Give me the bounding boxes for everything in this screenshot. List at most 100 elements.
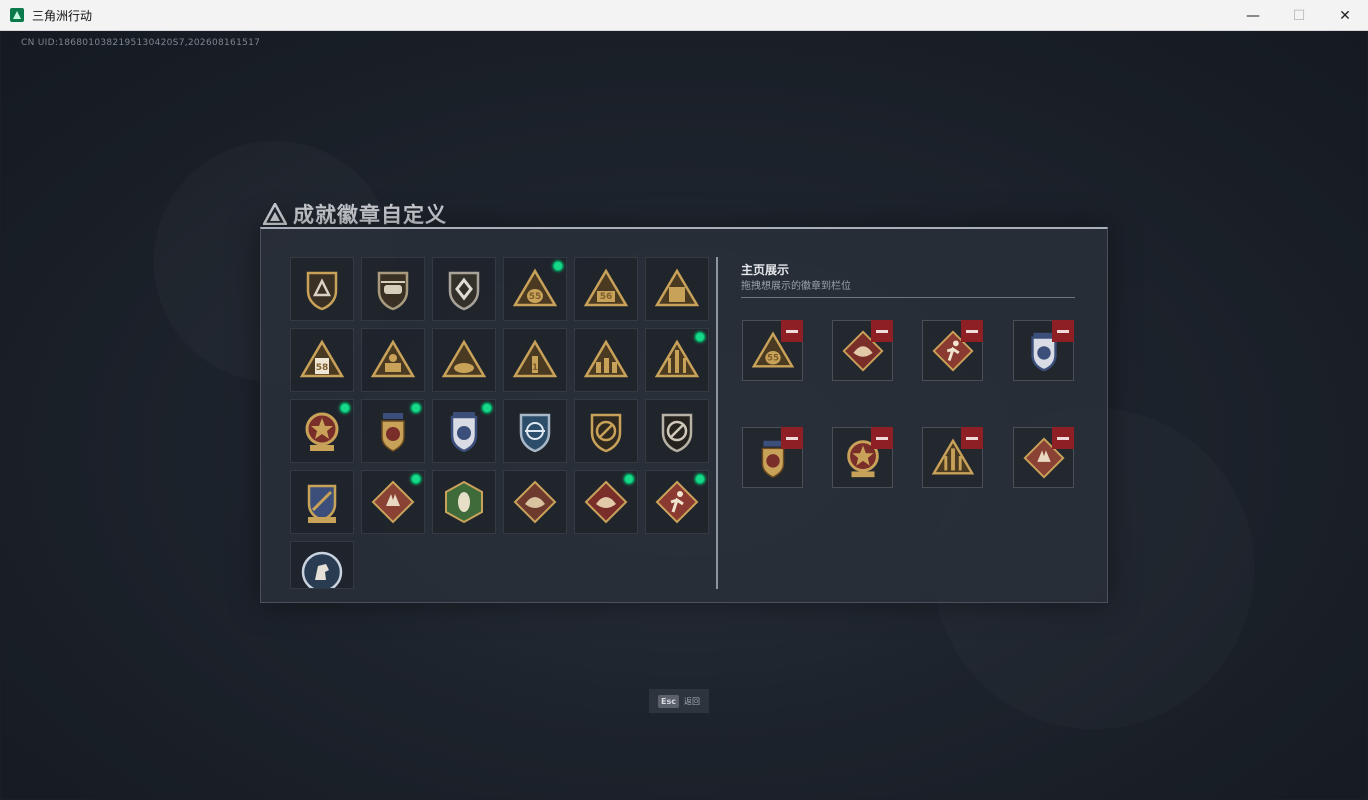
maximize-button[interactable]: ☐ bbox=[1276, 0, 1322, 31]
remove-badge-button[interactable] bbox=[961, 320, 983, 342]
badge-cell[interactable] bbox=[432, 399, 496, 463]
showcase-title: 主页展示 bbox=[741, 263, 790, 277]
badge-cell[interactable] bbox=[645, 257, 709, 321]
svg-text:55: 55 bbox=[767, 353, 779, 363]
badge-cell[interactable] bbox=[645, 470, 709, 534]
horse-circle-icon bbox=[298, 548, 346, 588]
showcase-slot[interactable] bbox=[1013, 320, 1074, 381]
no-rifle-shield-icon bbox=[582, 407, 630, 455]
winged-medal-icon bbox=[369, 407, 417, 455]
panel-header: 成就徽章自定义 bbox=[263, 199, 447, 229]
badge-cell[interactable] bbox=[290, 470, 354, 534]
showcase-slot[interactable]: 55 bbox=[742, 320, 803, 381]
egg-nest-triangle-icon bbox=[440, 336, 488, 384]
remove-badge-button[interactable] bbox=[871, 427, 893, 449]
badge-cell[interactable]: 58 bbox=[290, 328, 354, 392]
svg-text:56: 56 bbox=[600, 292, 613, 302]
badge-cell[interactable] bbox=[290, 541, 354, 589]
new-indicator-dot bbox=[624, 474, 634, 484]
window-title: 三角洲行动 bbox=[32, 8, 93, 23]
badge-cell[interactable] bbox=[432, 470, 496, 534]
soldier-triangle-icon bbox=[369, 336, 417, 384]
badge-panel: 55 56 58 1 主页展示 拖拽想展示的徽章到栏位 55 bbox=[260, 227, 1108, 603]
badge-collection-grid: 55 56 58 1 bbox=[290, 257, 712, 589]
badge-cell[interactable] bbox=[574, 399, 638, 463]
triangle-56-icon: 56 bbox=[582, 265, 630, 313]
new-indicator-dot bbox=[482, 403, 492, 413]
svg-text:1: 1 bbox=[532, 363, 538, 373]
game-viewport: CN UID:1868010382195130420S7,20260816151… bbox=[1, 31, 1367, 799]
badge-cell[interactable] bbox=[361, 328, 425, 392]
dragon-red-diamond-icon bbox=[582, 478, 630, 526]
missile-triangle-icon bbox=[653, 336, 701, 384]
showcase-slot[interactable] bbox=[832, 320, 893, 381]
card-58-triangle-icon: 58 bbox=[298, 336, 346, 384]
badge-cell[interactable]: 1 bbox=[503, 328, 567, 392]
badge-cell[interactable] bbox=[574, 470, 638, 534]
wolf-diamond-icon bbox=[369, 478, 417, 526]
badge-cell[interactable]: 55 bbox=[503, 257, 567, 321]
badge-cell[interactable]: 56 bbox=[574, 257, 638, 321]
showcase-slot[interactable] bbox=[922, 427, 983, 488]
delta-logo-icon bbox=[263, 203, 287, 225]
app-logo-icon bbox=[10, 8, 24, 22]
svg-text:55: 55 bbox=[529, 292, 542, 302]
svg-text:58: 58 bbox=[316, 363, 329, 373]
crate-triangle-icon bbox=[653, 265, 701, 313]
new-indicator-dot bbox=[411, 403, 421, 413]
showcase-slot[interactable] bbox=[1013, 427, 1074, 488]
close-button[interactable]: ✕ bbox=[1322, 0, 1368, 31]
remove-badge-button[interactable] bbox=[781, 320, 803, 342]
money-bag-triangle-icon: 55 bbox=[511, 265, 559, 313]
badge-cell[interactable] bbox=[361, 257, 425, 321]
shield-delta-icon bbox=[298, 265, 346, 313]
showcase-slot[interactable] bbox=[922, 320, 983, 381]
dragon-diamond-icon bbox=[511, 478, 559, 526]
runner-diamond-icon bbox=[653, 478, 701, 526]
badge-cell[interactable] bbox=[574, 328, 638, 392]
minimize-button[interactable]: — bbox=[1230, 0, 1276, 31]
number-one-triangle-icon: 1 bbox=[511, 336, 559, 384]
esc-label: 返回 bbox=[683, 696, 700, 706]
remove-badge-button[interactable] bbox=[871, 320, 893, 342]
crossed-rifles-shield-icon bbox=[298, 478, 346, 526]
uid-label: CN UID:1868010382195130420S7,20260816151… bbox=[21, 38, 261, 48]
showcase-slot[interactable] bbox=[832, 427, 893, 488]
badge-cell[interactable] bbox=[432, 328, 496, 392]
crosshair-shield-icon bbox=[511, 407, 559, 455]
badge-cell[interactable] bbox=[645, 399, 709, 463]
new-indicator-dot bbox=[411, 474, 421, 484]
showcase-underline bbox=[741, 297, 1075, 298]
window-titlebar: 三角洲行动 — ☐ ✕ bbox=[0, 0, 1368, 31]
badge-cell[interactable] bbox=[361, 399, 425, 463]
new-indicator-dot bbox=[340, 403, 350, 413]
new-indicator-dot bbox=[695, 474, 705, 484]
panel-divider bbox=[716, 257, 718, 589]
helicopter-shield-icon bbox=[369, 265, 417, 313]
remove-badge-button[interactable] bbox=[781, 427, 803, 449]
badge-cell[interactable] bbox=[290, 257, 354, 321]
new-indicator-dot bbox=[553, 261, 563, 271]
remove-badge-button[interactable] bbox=[1052, 320, 1074, 342]
remove-badge-button[interactable] bbox=[961, 427, 983, 449]
squad-triangle-icon bbox=[582, 336, 630, 384]
badge-cell[interactable] bbox=[503, 399, 567, 463]
badge-cell[interactable] bbox=[361, 470, 425, 534]
eagle-shield-icon bbox=[440, 407, 488, 455]
badge-cell[interactable] bbox=[290, 399, 354, 463]
remove-badge-button[interactable] bbox=[1052, 427, 1074, 449]
badge-cell[interactable] bbox=[645, 328, 709, 392]
new-indicator-dot bbox=[695, 332, 705, 342]
star-medal-red-icon bbox=[298, 407, 346, 455]
no-rifle-dark-shield-icon bbox=[653, 407, 701, 455]
esc-back-button[interactable]: Esc 返回 bbox=[649, 689, 709, 713]
diamond-shield-icon bbox=[440, 265, 488, 313]
window-controls: — ☐ ✕ bbox=[1230, 0, 1368, 31]
hornet-hexagon-icon bbox=[440, 478, 488, 526]
esc-key-icon: Esc bbox=[658, 694, 679, 708]
badge-cell[interactable] bbox=[503, 470, 567, 534]
showcase-subtitle: 拖拽想展示的徽章到栏位 bbox=[741, 281, 851, 292]
badge-cell[interactable] bbox=[432, 257, 496, 321]
page-title: 成就徽章自定义 bbox=[293, 203, 447, 227]
showcase-slot[interactable] bbox=[742, 427, 803, 488]
